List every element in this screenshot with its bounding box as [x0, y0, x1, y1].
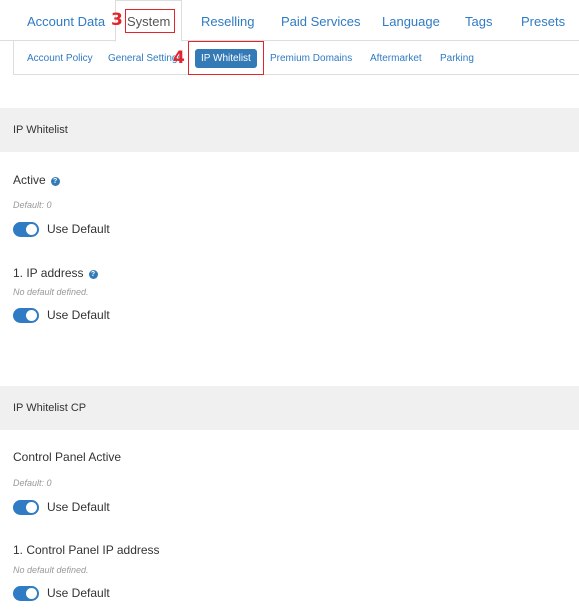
toggle-label: Use Default	[47, 586, 110, 600]
help-icon[interactable]: ?	[88, 270, 98, 279]
annotation-number-3: 3	[111, 10, 123, 30]
section-header-ip-whitelist: IP Whitelist	[0, 108, 579, 152]
use-default-toggle-row: Use Default	[13, 307, 110, 323]
field-default-ip-address: No default defined.	[13, 287, 89, 297]
tab-language[interactable]: Language	[382, 0, 440, 41]
toggle-knob	[26, 587, 37, 599]
use-default-toggle-row: Use Default	[13, 585, 110, 601]
toggle-knob	[26, 309, 37, 321]
field-default-control-panel-active: Default: 0	[13, 478, 52, 488]
subtab-parking[interactable]: Parking	[440, 53, 474, 64]
annotation-box-ip-whitelist	[188, 41, 264, 75]
field-default-active: Default: 0	[13, 200, 52, 210]
main-tab-bar: Account Data System Reselling Paid Servi…	[0, 0, 579, 42]
use-default-toggle[interactable]	[13, 499, 39, 515]
field-label-control-panel-ip-address: 1. Control Panel IP address	[13, 543, 160, 557]
field-default-control-panel-ip-address: No default defined.	[13, 565, 89, 575]
toggle-knob	[26, 501, 37, 513]
use-default-toggle[interactable]	[13, 585, 39, 601]
tab-tags[interactable]: Tags	[465, 0, 492, 41]
section-header-ip-whitelist-cp: IP Whitelist CP	[0, 386, 579, 430]
subtab-general-settings[interactable]: General Settings	[108, 53, 179, 64]
annotation-box-system	[125, 9, 175, 33]
annotation-number-4: 4	[173, 48, 185, 68]
field-label-ip-address: 1. IP address?	[13, 266, 98, 280]
toggle-label: Use Default	[47, 500, 110, 514]
tab-account-data[interactable]: Account Data	[27, 0, 105, 41]
field-label-active: Active?	[13, 173, 60, 187]
tab-presets[interactable]: Presets	[521, 0, 565, 41]
subtab-premium-domains[interactable]: Premium Domains	[270, 53, 352, 64]
use-default-toggle[interactable]	[13, 221, 39, 237]
subtab-account-policy[interactable]: Account Policy	[27, 53, 93, 64]
toggle-label: Use Default	[47, 308, 110, 322]
tab-reselling[interactable]: Reselling	[201, 0, 254, 41]
section-title: IP Whitelist	[13, 124, 68, 136]
toggle-label: Use Default	[47, 222, 110, 236]
tab-paid-services[interactable]: Paid Services	[281, 0, 360, 41]
sub-tab-bar: Account Policy General Settings IP White…	[13, 41, 579, 75]
use-default-toggle-row: Use Default	[13, 499, 110, 515]
subtab-aftermarket[interactable]: Aftermarket	[370, 53, 422, 64]
toggle-knob	[26, 223, 37, 235]
use-default-toggle-row: Use Default	[13, 221, 110, 237]
help-icon[interactable]: ?	[50, 177, 60, 186]
field-label-control-panel-active: Control Panel Active	[13, 450, 122, 464]
use-default-toggle[interactable]	[13, 307, 39, 323]
section-title: IP Whitelist CP	[13, 402, 87, 414]
